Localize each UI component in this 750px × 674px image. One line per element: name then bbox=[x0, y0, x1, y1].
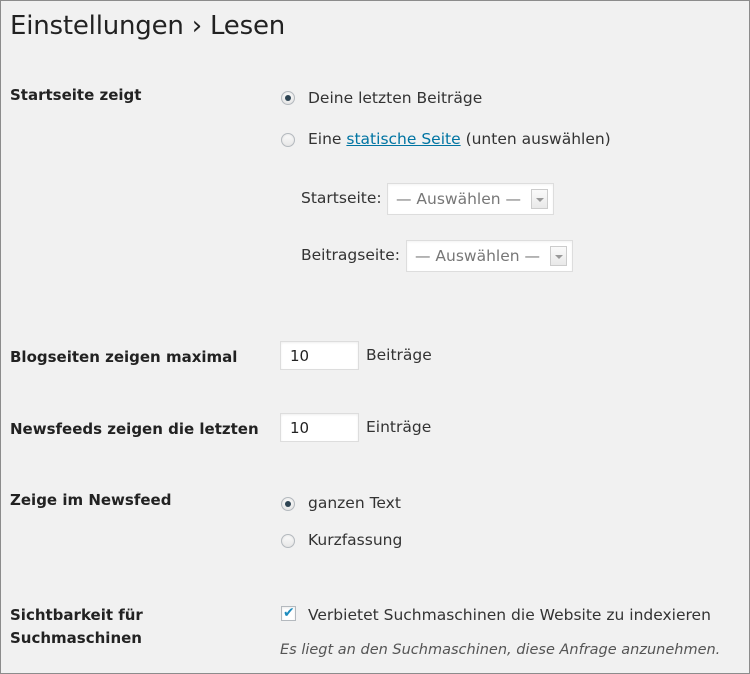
postspage-label: Beitragseite: bbox=[301, 246, 401, 264]
homepage-label: Startseite: bbox=[301, 189, 382, 207]
front-page-latest-label[interactable]: Deine letzten Beiträge bbox=[308, 88, 482, 108]
discourage-search-label[interactable]: Verbietet Suchmaschinen die Website zu i… bbox=[308, 605, 711, 625]
homepage-select[interactable]: — Auswählen — bbox=[387, 183, 554, 215]
discourage-search-checkbox[interactable]: ✔ bbox=[281, 605, 296, 621]
feed-full-text-label[interactable]: ganzen Text bbox=[308, 493, 401, 513]
settings-reading-panel: Einstellungen › Lesen Startseite zeigt D… bbox=[0, 0, 750, 674]
blog-pages-label: Blogseiten zeigen maximal bbox=[10, 348, 238, 366]
static-suffix: (unten auswählen) bbox=[465, 130, 611, 148]
feed-items-input[interactable] bbox=[280, 413, 359, 442]
front-page-static-radio[interactable] bbox=[281, 133, 295, 147]
feed-content-label: Zeige im Newsfeed bbox=[10, 491, 172, 509]
static-page-link[interactable]: statische Seite bbox=[346, 130, 460, 148]
visibility-description: Es liegt an den Suchmaschinen, diese Anf… bbox=[280, 642, 721, 658]
blog-pages-unit: Beiträge bbox=[366, 346, 432, 364]
checkmark-icon: ✔ bbox=[283, 605, 295, 621]
postspage-select-value: — Auswählen — bbox=[415, 247, 541, 265]
front-page-static-label[interactable]: Eine statische Seite (unten auswählen) bbox=[308, 129, 611, 149]
posts-per-page-input[interactable] bbox=[280, 341, 359, 370]
front-page-latest-radio[interactable] bbox=[281, 91, 295, 105]
chevron-down-icon[interactable] bbox=[550, 246, 567, 266]
visibility-label-line2: Suchmaschinen bbox=[10, 629, 142, 647]
chevron-down-icon[interactable] bbox=[531, 189, 548, 209]
page-title: Einstellungen › Lesen bbox=[10, 11, 286, 41]
postspage-select[interactable]: — Auswählen — bbox=[406, 240, 573, 272]
homepage-select-value: — Auswählen — bbox=[396, 190, 522, 208]
feed-full-text-radio[interactable] bbox=[281, 497, 295, 511]
feed-summary-label[interactable]: Kurzfassung bbox=[308, 530, 402, 550]
feed-summary-radio[interactable] bbox=[281, 534, 295, 548]
feeds-unit: Einträge bbox=[366, 418, 432, 436]
visibility-label-line1: Sichtbarkeit für bbox=[10, 606, 143, 624]
front-page-label: Startseite zeigt bbox=[10, 86, 142, 104]
static-prefix: Eine bbox=[308, 130, 342, 148]
feeds-label: Newsfeeds zeigen die letzten bbox=[10, 420, 259, 438]
